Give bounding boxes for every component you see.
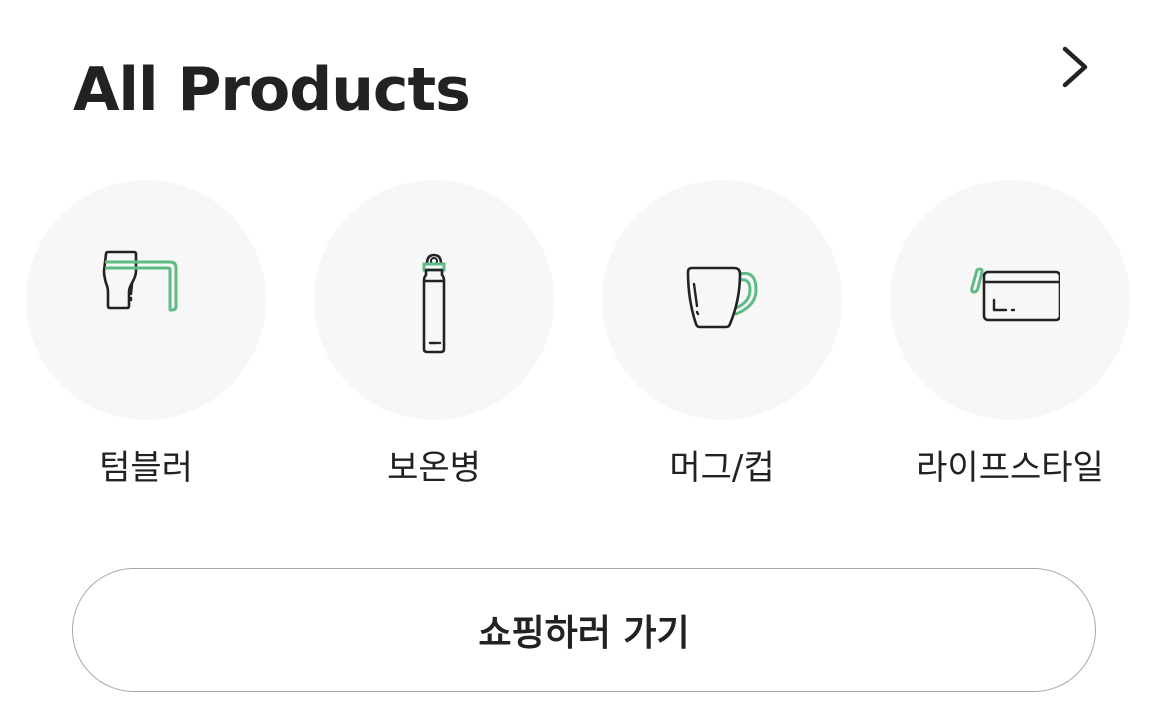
category-circle	[314, 180, 554, 420]
thermos-bottle-icon	[422, 253, 446, 354]
category-label: 보온병	[387, 448, 481, 488]
category-circle	[602, 180, 842, 420]
go-shopping-button[interactable]: 쇼핑하러 가기	[72, 568, 1096, 692]
category-list: 텀블러 보온병 머그/컵 라이프스타일	[26, 180, 1130, 500]
mug-icon	[686, 266, 758, 329]
category-circle	[26, 180, 266, 420]
go-shopping-label: 쇼핑하러 가기	[478, 613, 690, 654]
category-tumbler[interactable]: 텀블러	[26, 180, 266, 500]
page-title: All Products	[73, 55, 471, 125]
category-thermos[interactable]: 보온병	[314, 180, 554, 500]
chevron-right-icon	[1062, 46, 1088, 88]
category-circle	[890, 180, 1130, 420]
category-label: 머그/컵	[669, 448, 775, 488]
category-mug[interactable]: 머그/컵	[602, 180, 842, 500]
category-lifestyle[interactable]: 라이프스타일	[890, 180, 1130, 500]
category-label: 텀블러	[99, 448, 193, 488]
category-label: 라이프스타일	[916, 448, 1104, 488]
view-all-button[interactable]	[1048, 40, 1102, 94]
pouch-icon	[970, 267, 1060, 322]
tumbler-icon	[102, 250, 178, 312]
